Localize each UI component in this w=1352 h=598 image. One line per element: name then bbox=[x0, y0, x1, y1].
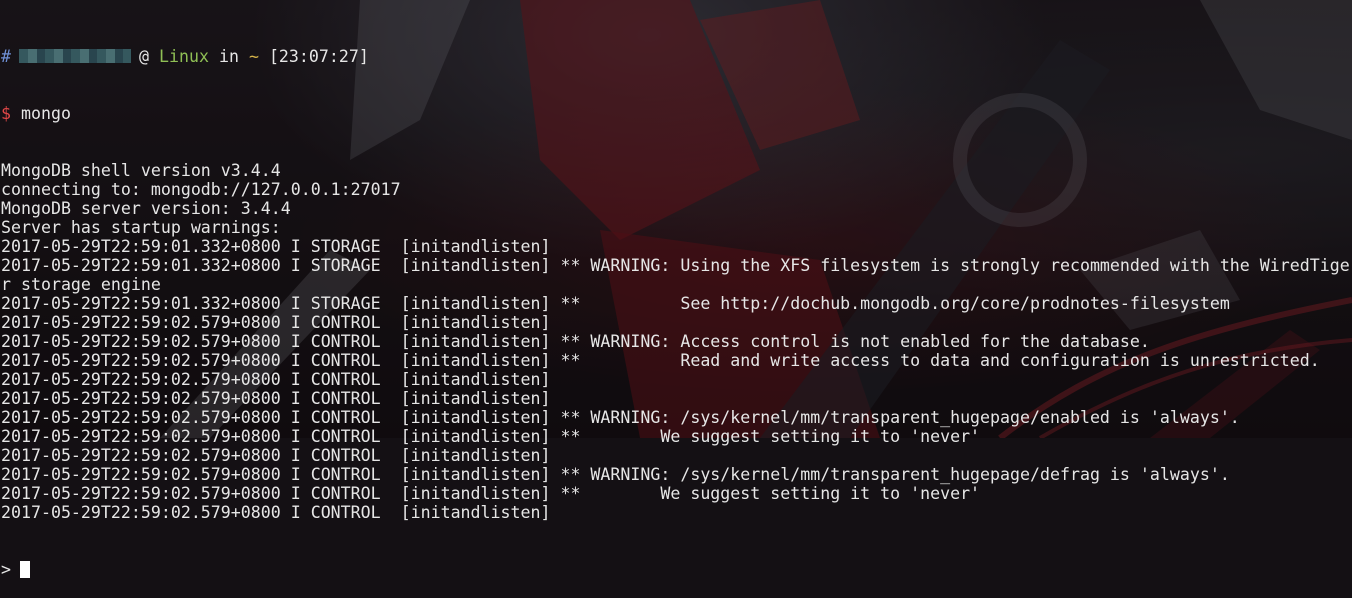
prompt-line: # @ Linux in ~ [23:07:27] bbox=[1, 47, 1352, 66]
output-line: 2017-05-29T22:59:01.332+0800 I STORAGE [… bbox=[1, 294, 1230, 313]
prompt-at: @ bbox=[139, 47, 149, 66]
output-line: 2017-05-29T22:59:02.579+0800 I CONTROL [… bbox=[1, 446, 551, 465]
output-line: 2017-05-29T22:59:01.332+0800 I STORAGE [… bbox=[1, 256, 1350, 275]
output-lines: MongoDB shell version v3.4.4 connecting t… bbox=[1, 161, 1352, 522]
output-line: 2017-05-29T22:59:02.579+0800 I CONTROL [… bbox=[1, 503, 551, 522]
output-line: connecting to: mongodb://127.0.0.1:27017 bbox=[1, 180, 401, 199]
prompt-host: Linux bbox=[159, 47, 209, 66]
output-line: 2017-05-29T22:59:02.579+0800 I CONTROL [… bbox=[1, 427, 981, 446]
prompt-in: in bbox=[218, 47, 239, 66]
output-line: 2017-05-29T22:59:02.579+0800 I CONTROL [… bbox=[1, 484, 981, 503]
output-line: MongoDB server version: 3.4.4 bbox=[1, 199, 291, 218]
output-line: 2017-05-29T22:59:01.332+0800 I STORAGE [… bbox=[1, 237, 551, 256]
output-line: 2017-05-29T22:59:02.579+0800 I CONTROL [… bbox=[1, 332, 1150, 351]
output-line: Server has startup warnings: bbox=[1, 218, 281, 237]
shell-prompt: > bbox=[1, 560, 11, 579]
redacted-username bbox=[19, 49, 131, 63]
output-line: 2017-05-29T22:59:02.579+0800 I CONTROL [… bbox=[1, 351, 1320, 370]
prompt-hash: # bbox=[1, 47, 11, 66]
terminal-output[interactable]: # @ Linux in ~ [23:07:27] $ mongo MongoDB… bbox=[1, 9, 1352, 598]
prompt-time: [23:07:27] bbox=[268, 47, 369, 66]
output-line: r storage engine bbox=[1, 275, 161, 294]
output-line: 2017-05-29T22:59:02.579+0800 I CONTROL [… bbox=[1, 465, 1230, 484]
output-line: 2017-05-29T22:59:02.579+0800 I CONTROL [… bbox=[1, 408, 1240, 427]
output-line: 2017-05-29T22:59:02.579+0800 I CONTROL [… bbox=[1, 370, 551, 389]
output-line: 2017-05-29T22:59:02.579+0800 I CONTROL [… bbox=[1, 313, 551, 332]
command-text: mongo bbox=[21, 104, 71, 123]
output-line: 2017-05-29T22:59:02.579+0800 I CONTROL [… bbox=[1, 389, 551, 408]
shell-input-line[interactable]: > bbox=[1, 560, 1352, 579]
output-line: MongoDB shell version v3.4.4 bbox=[1, 161, 281, 180]
command-symbol: $ bbox=[1, 104, 11, 123]
command-line: $ mongo bbox=[1, 104, 1352, 123]
cursor bbox=[20, 561, 30, 578]
prompt-dir: ~ bbox=[248, 47, 259, 66]
